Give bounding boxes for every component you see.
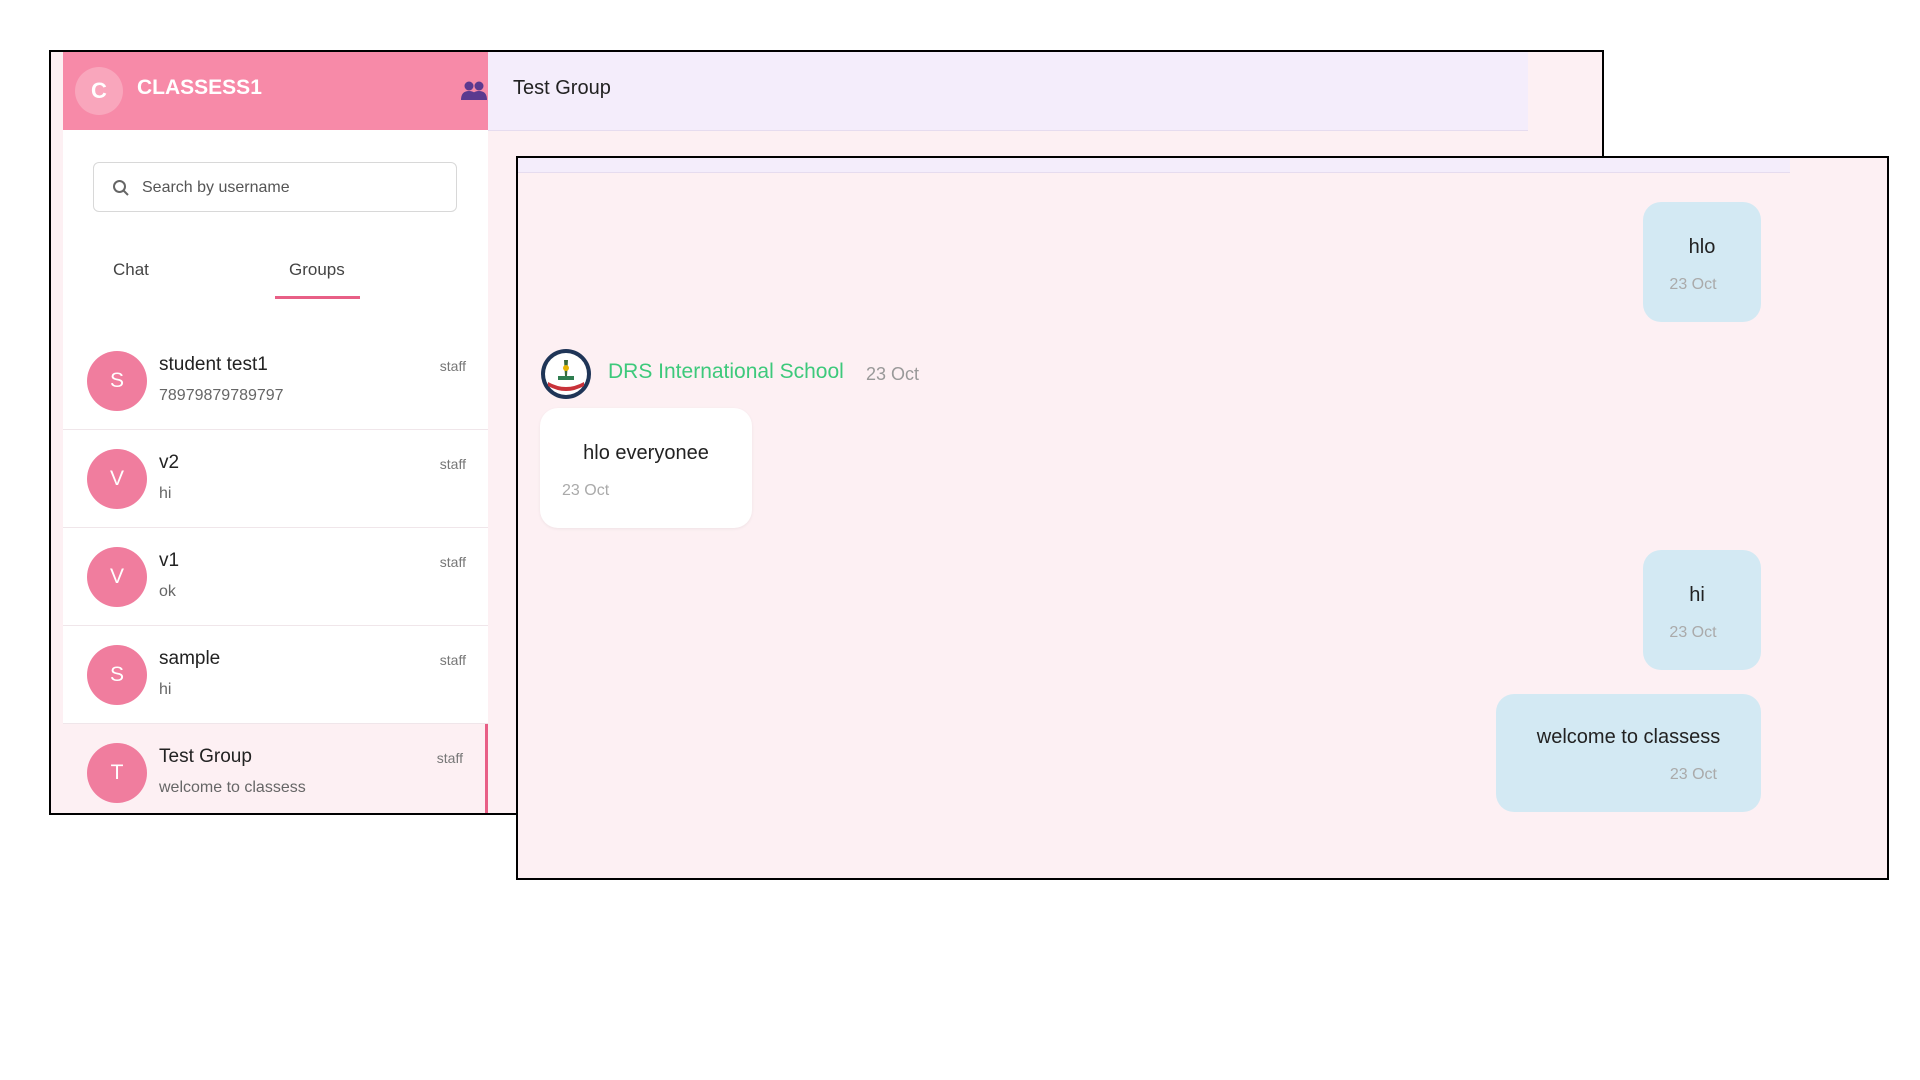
- message-bubble-outgoing: hlo 23 Oct: [1643, 202, 1761, 322]
- contact-item-test-group[interactable]: T Test Group welcome to classess staff: [63, 724, 488, 813]
- contact-role: staff: [439, 456, 466, 472]
- contact-last-message: hi: [159, 485, 172, 502]
- search-input[interactable]: [140, 173, 444, 203]
- avatar: V: [87, 449, 147, 509]
- contact-name: v1: [159, 550, 180, 571]
- avatar: V: [87, 547, 147, 607]
- message-text: welcome to classess: [1536, 726, 1721, 748]
- message-bubble-outgoing: hi 23 Oct: [1643, 550, 1761, 670]
- header-strip: [518, 158, 1790, 173]
- contact-last-message: ok: [159, 583, 176, 600]
- sidebar-header: C CLASSESS1: [63, 52, 488, 130]
- group-icon[interactable]: [461, 80, 487, 102]
- active-tab-indicator: [275, 296, 360, 299]
- message-time: 23 Oct: [1669, 766, 1717, 783]
- search-icon: [112, 179, 130, 197]
- contact-role: staff: [439, 358, 466, 374]
- contact-name: Test Group: [159, 746, 252, 767]
- sender-time: 23 Oct: [866, 364, 920, 384]
- sender-name[interactable]: DRS International School: [608, 360, 844, 384]
- contact-name: sample: [159, 648, 221, 669]
- app-avatar[interactable]: C: [75, 67, 123, 115]
- school-logo-icon: [540, 348, 592, 400]
- app-title: CLASSESS1: [137, 76, 262, 99]
- avatar: S: [87, 645, 147, 705]
- contact-item-sample[interactable]: S sample hi staff: [63, 626, 488, 724]
- contact-role: staff: [439, 554, 466, 570]
- avatar: S: [87, 351, 147, 411]
- contact-item-v2[interactable]: V v2 hi staff: [63, 430, 488, 528]
- contact-last-message: hi: [159, 681, 172, 698]
- avatar: T: [87, 743, 147, 803]
- message-bubble-outgoing: welcome to classess 23 Oct: [1496, 694, 1761, 812]
- sidebar: C CLASSESS1 Chat Groups: [63, 52, 488, 813]
- message-time: 23 Oct: [1669, 276, 1717, 293]
- tab-chat[interactable]: Chat: [113, 260, 149, 280]
- message-text: hlo everyonee: [583, 442, 709, 464]
- chat-title: Test Group: [513, 77, 611, 99]
- search-box: [93, 162, 457, 212]
- tab-groups[interactable]: Groups: [289, 260, 345, 280]
- contact-item-student-test1[interactable]: S student test1 78979879789797 staff: [63, 332, 488, 430]
- contact-role: staff: [439, 652, 466, 668]
- contact-item-v1[interactable]: V v1 ok staff: [63, 528, 488, 626]
- message-text: hlo: [1688, 236, 1716, 258]
- message-text: hi: [1689, 584, 1705, 606]
- contact-last-message: welcome to classess: [159, 779, 306, 796]
- chat-header: Test Group: [488, 52, 1528, 131]
- contact-name: student test1: [159, 354, 268, 375]
- message-bubble-incoming: hlo everyonee 23 Oct: [540, 408, 752, 528]
- contact-role: staff: [436, 750, 463, 766]
- message-time: 23 Oct: [1669, 624, 1717, 641]
- contact-name: v2: [159, 452, 180, 473]
- message-time: 23 Oct: [562, 482, 610, 499]
- chat-messages-panel: hlo 23 Oct DRS International School 23 O…: [516, 156, 1889, 880]
- contact-last-message: 78979879789797: [159, 387, 284, 404]
